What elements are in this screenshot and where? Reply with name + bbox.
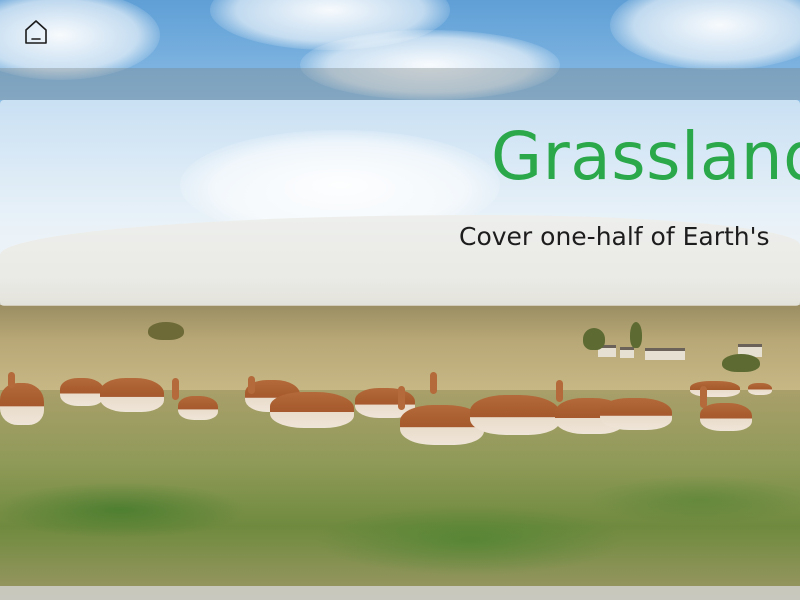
guanaco — [700, 403, 752, 431]
bottom-strip — [0, 586, 800, 600]
home-icon[interactable] — [22, 18, 50, 46]
guanaco-neck — [398, 386, 405, 410]
page: Grassland Cover one-half of Earth's — [0, 0, 800, 600]
guanaco — [270, 392, 354, 428]
tree — [583, 328, 605, 350]
top-bar — [0, 0, 800, 68]
guanaco-neck — [430, 372, 437, 394]
guanaco-neck — [248, 376, 255, 394]
shrub — [722, 354, 760, 372]
hero-subtitle: Cover one-half of Earth's — [459, 222, 770, 251]
guanaco-neck — [556, 380, 563, 402]
guanaco — [100, 378, 164, 412]
guanaco — [748, 383, 772, 395]
guanaco — [60, 378, 104, 406]
guanaco — [470, 395, 560, 435]
guanaco — [600, 398, 672, 430]
tree — [630, 322, 642, 348]
guanaco — [690, 381, 740, 397]
home-icon-glyph — [25, 20, 47, 44]
shrub — [148, 322, 184, 340]
guanaco — [178, 396, 218, 420]
hero-title: Grassland — [491, 118, 800, 195]
header-divider-strip — [0, 68, 800, 100]
guanaco-neck — [172, 378, 179, 400]
guanaco — [0, 383, 44, 425]
guanaco-neck — [700, 386, 707, 408]
guanaco-neck — [8, 372, 15, 388]
farm-building — [645, 348, 685, 360]
farm-building — [620, 347, 634, 358]
